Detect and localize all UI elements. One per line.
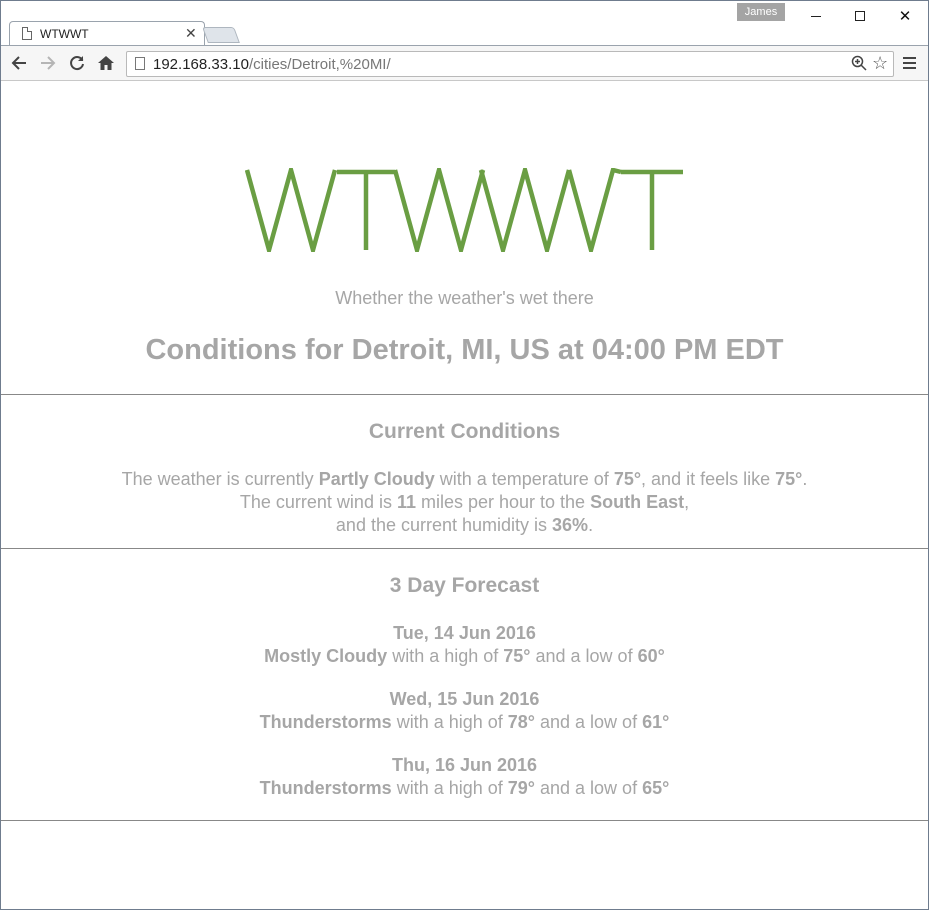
- forecast-condition: Thunderstorms: [259, 778, 392, 798]
- site-tagline: Whether the weather's wet there: [335, 288, 594, 308]
- browser-window: WTWWT ✕ James ✕ 192.168.33.10/cities/Det…: [0, 0, 929, 910]
- divider: [1, 548, 928, 549]
- forecast-date: Wed, 15 Jun 2016: [389, 689, 540, 709]
- forecast-date: Tue, 14 Jun 2016: [393, 623, 536, 643]
- minimize-button[interactable]: [793, 1, 839, 31]
- current-line-weather: The weather is currently Partly Cloudy w…: [121, 469, 808, 489]
- star-icon[interactable]: ☆: [872, 53, 888, 74]
- reload-icon[interactable]: [66, 54, 88, 76]
- current-feels-like: 75°: [775, 469, 803, 489]
- home-icon[interactable]: [95, 54, 117, 76]
- forecast-list: Tue, 14 Jun 2016 Mostly Cloudy with a hi…: [1, 622, 928, 820]
- forecast-high: 75°: [503, 646, 531, 666]
- current-conditions-title: Current Conditions: [368, 420, 561, 443]
- forecast-high: 79°: [507, 778, 535, 798]
- divider: [1, 820, 928, 821]
- forward-icon[interactable]: [37, 54, 59, 76]
- forecast-date: Thu, 16 Jun 2016: [391, 755, 538, 775]
- window-close-button[interactable]: ✕: [882, 1, 928, 31]
- forecast-title: 3 Day Forecast: [389, 574, 540, 597]
- maximize-icon: [855, 11, 865, 21]
- wind-speed: 11: [396, 492, 416, 512]
- forecast-low: 65°: [642, 778, 670, 798]
- current-conditions-text: The weather is currently Partly Cloudy w…: [1, 468, 928, 537]
- forecast-day: Thu, 16 Jun 2016 Thunderstorms with a hi…: [1, 754, 928, 800]
- maximize-button[interactable]: [837, 1, 883, 31]
- forecast-high: 78°: [507, 712, 535, 732]
- forecast-day: Tue, 14 Jun 2016 Mostly Cloudy with a hi…: [1, 622, 928, 668]
- title-bar: WTWWT ✕ James ✕: [1, 1, 928, 45]
- close-icon[interactable]: ✕: [185, 25, 197, 42]
- page-content: Whether the weather's wet there Conditio…: [1, 82, 928, 909]
- current-line-wind: The current wind is 11 miles per hour to…: [239, 492, 690, 512]
- minimize-icon: [811, 15, 821, 17]
- forecast-day: Wed, 15 Jun 2016 Thunderstorms with a hi…: [1, 688, 928, 734]
- page-icon: [135, 57, 145, 70]
- forecast-low: 60°: [637, 646, 665, 666]
- divider: [1, 394, 928, 395]
- page-title: Conditions for Detroit, MI, US at 04:00 …: [145, 334, 784, 366]
- url-host: 192.168.33.10: [153, 56, 249, 73]
- browser-toolbar: 192.168.33.10/cities/Detroit,%20MI/ ☆: [1, 45, 928, 81]
- page-icon: [22, 27, 32, 40]
- zoom-icon[interactable]: [851, 55, 867, 75]
- forecast-condition: Thunderstorms: [259, 712, 392, 732]
- forecast-condition: Mostly Cloudy: [264, 646, 388, 666]
- browser-tab[interactable]: WTWWT ✕: [9, 21, 205, 45]
- address-bar[interactable]: 192.168.33.10/cities/Detroit,%20MI/ ☆: [126, 51, 894, 77]
- humidity: 36%: [552, 515, 589, 535]
- site-logo-wordmark: [244, 168, 683, 252]
- user-badge[interactable]: James: [737, 3, 785, 21]
- new-tab-button[interactable]: [202, 27, 240, 43]
- current-line-humidity: and the current humidity is 36%.: [335, 515, 594, 535]
- current-temperature: 75°: [613, 469, 642, 489]
- site-logo: [1, 168, 928, 252]
- menu-icon[interactable]: [903, 57, 916, 69]
- url-text[interactable]: 192.168.33.10/cities/Detroit,%20MI/: [153, 56, 391, 73]
- url-path: /cities/Detroit,%20MI/: [248, 56, 391, 73]
- current-condition: Partly Cloudy: [318, 469, 435, 489]
- forecast-low: 61°: [642, 712, 670, 732]
- back-icon[interactable]: [8, 54, 30, 76]
- wind-direction: South East: [590, 492, 685, 512]
- tab-title: WTWWT: [40, 27, 89, 41]
